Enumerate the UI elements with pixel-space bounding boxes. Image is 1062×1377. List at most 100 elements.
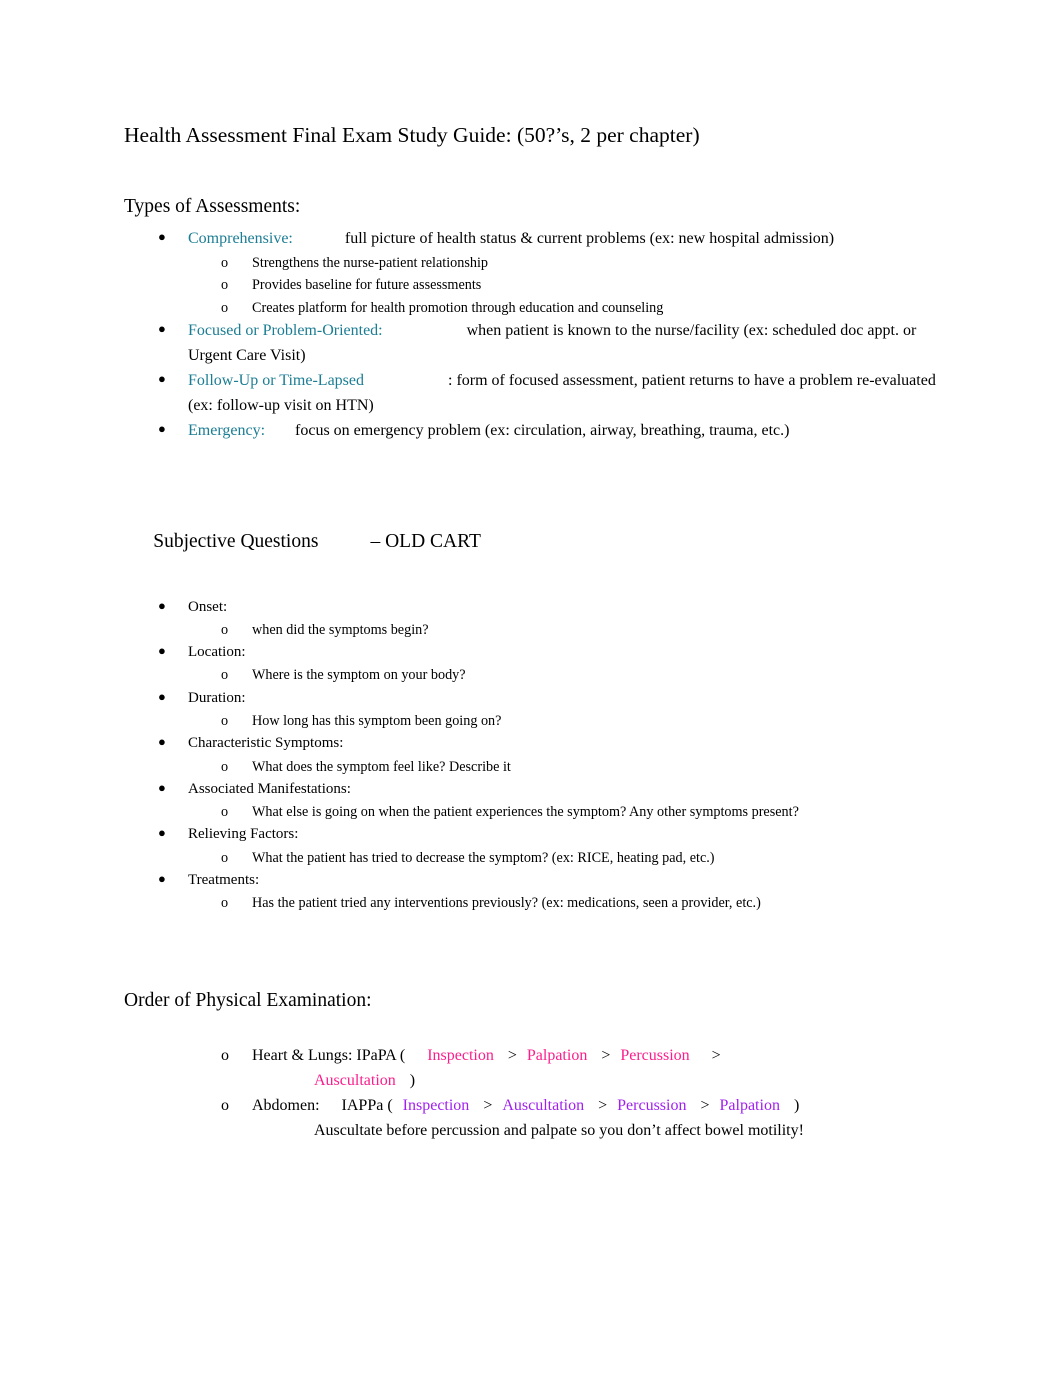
sub-item-text: Where is the symptom on your body?	[252, 667, 466, 684]
list-item: ● Comprehensive: full picture of health s…	[124, 227, 938, 252]
term-comprehensive: Comprehensive:	[188, 230, 293, 248]
term-characteristic-symptoms: Characteristic Symptoms:	[188, 735, 344, 752]
term-onset: Onset:	[188, 598, 228, 615]
list-item: o Where is the symptom on your body?	[124, 664, 938, 686]
section-heading-suffix: – OLD CART	[370, 530, 481, 552]
sub-item-text: How long has this symptom been going on?	[252, 712, 502, 729]
sub-bullet-icon: o	[221, 758, 229, 775]
term-relieving-factors: Relieving Factors:	[188, 826, 299, 843]
list-item: ● Location:	[124, 641, 938, 664]
exam-step-separator: >	[700, 1096, 710, 1114]
sub-bullet-icon: o	[221, 1046, 229, 1064]
term-location: Location:	[188, 644, 246, 661]
sub-bullet-icon: o	[221, 667, 229, 684]
section-heading-order-of-physical-examination: Order of Physical Examination:	[124, 990, 372, 1012]
list-item: o What else is going on when the patient…	[124, 801, 938, 823]
sub-bullet-icon: o	[221, 849, 229, 866]
sub-bullet-icon: o	[221, 895, 229, 912]
exam-step-percussion: Percussion	[620, 1046, 690, 1064]
sub-bullet-icon: o	[221, 712, 229, 729]
list-item: ● Onset:	[124, 596, 938, 619]
bullet-icon: ●	[158, 643, 166, 659]
sub-item-text: What does the symptom feel like? Describ…	[252, 758, 511, 775]
exam-step-percussion: Percussion	[617, 1096, 687, 1114]
term-follow-up: Follow-Up or Time-Lapsed	[188, 371, 364, 389]
sub-item-text: What else is going on when the patient e…	[252, 804, 799, 821]
exam-step-separator: >	[601, 1046, 611, 1064]
term-treatments: Treatments:	[188, 871, 260, 888]
exam-row-abdomen: o Abdomen: IAPPa ( Inspection > Auscultation…	[124, 1094, 938, 1144]
list-item: ● Treatments:	[124, 869, 938, 892]
term-emergency: Emergency:	[188, 421, 266, 439]
exam-step-palpation: Palpation	[719, 1096, 780, 1114]
sub-item-text: when did the symptoms begin?	[252, 621, 429, 638]
list-item: ● Relieving Factors:	[124, 823, 938, 846]
list-item: o when did the symptoms begin?	[124, 619, 938, 641]
exam-step-inspection: Inspection	[427, 1046, 494, 1064]
list-item: o What does the symptom feel like? Descr…	[124, 756, 938, 778]
exam-step-palpation: Palpation	[526, 1046, 588, 1064]
bullet-icon: ●	[158, 420, 166, 436]
sub-bullet-icon: o	[221, 1096, 229, 1114]
list-item: o What the patient has tried to decrease…	[124, 847, 938, 869]
list-item: ● Emergency: focus on emergency problem (…	[124, 419, 938, 444]
list-item: o Creates platform for health promotion …	[124, 297, 938, 319]
exam-close-paren: )	[409, 1071, 416, 1089]
sub-item-text: Strengthens the nurse-patient relationsh…	[252, 255, 489, 272]
bullet-icon: ●	[158, 597, 166, 613]
exam-step-inspection: Inspection	[402, 1096, 470, 1114]
section-heading-types-of-assessments: Types of Assessments:	[124, 195, 301, 217]
sub-item-text: Has the patient tried any interventions …	[252, 895, 761, 912]
bullet-icon: ●	[158, 734, 166, 750]
sub-item-text: Provides baseline for future assessments	[252, 277, 482, 294]
sub-bullet-icon: o	[221, 299, 229, 316]
definition-emergency: focus on emergency problem (ex: circulat…	[295, 421, 790, 439]
bullet-icon: ●	[158, 229, 166, 245]
document-content: Health Assessment Final Exam Study Guide…	[124, 122, 938, 1143]
exam-step-separator: >	[598, 1096, 608, 1114]
document-page: Health Assessment Final Exam Study Guide…	[0, 0, 1062, 1377]
section-heading-subjective-questions: Subjective Questions – OLD CART	[124, 503, 938, 579]
list-item: ● Characteristic Symptoms:	[124, 732, 938, 755]
exam-row-label: Abdomen:	[252, 1096, 320, 1114]
exam-close-paren: )	[793, 1096, 800, 1114]
bullet-icon: ●	[158, 825, 166, 841]
sub-bullet-icon: o	[221, 277, 229, 294]
term-associated-manifestations: Associated Manifestations:	[188, 780, 351, 797]
sub-item-text: Creates platform for health promotion th…	[252, 299, 664, 316]
bullet-icon: ●	[158, 870, 166, 886]
term-focused: Focused or Problem-Oriented:	[188, 321, 383, 339]
exam-step-auscultation: Auscultation	[314, 1071, 396, 1089]
page-title: Health Assessment Final Exam Study Guide…	[124, 123, 700, 147]
definition-comprehensive: full picture of health status & current …	[344, 230, 835, 248]
bullet-icon: ●	[158, 688, 166, 704]
term-duration: Duration:	[188, 689, 246, 706]
list-item: o Has the patient tried any intervention…	[124, 892, 938, 914]
sub-item-text: What the patient has tried to decrease t…	[252, 849, 715, 866]
exam-row-acronym: IAPPa (	[341, 1096, 393, 1114]
list-item: ● Focused or Problem-Oriented: when patie…	[124, 319, 938, 369]
list-item: ● Follow-Up or Time-Lapsed: form of focu…	[124, 369, 938, 419]
list-item: ● Duration:	[124, 687, 938, 710]
exam-row-label: Heart & Lungs: IPaPA (	[252, 1046, 406, 1064]
bullet-icon: ●	[158, 320, 166, 336]
exam-step-separator: >	[507, 1046, 517, 1064]
bullet-icon: ●	[158, 370, 166, 386]
exam-row-heart-lungs: o Heart & Lungs: IPaPA ( Inspection > Palpa…	[124, 1044, 938, 1094]
sub-bullet-icon: o	[221, 255, 229, 272]
exam-row-continuation: Auscultation)	[252, 1069, 938, 1094]
exam-step-separator: >	[711, 1046, 721, 1064]
section-heading-label: Subjective Questions	[153, 530, 319, 552]
list-item: ● Associated Manifestations:	[124, 778, 938, 801]
bullet-icon: ●	[158, 779, 166, 795]
exam-step-auscultation: Auscultation	[502, 1096, 585, 1114]
exam-step-separator: >	[483, 1096, 493, 1114]
